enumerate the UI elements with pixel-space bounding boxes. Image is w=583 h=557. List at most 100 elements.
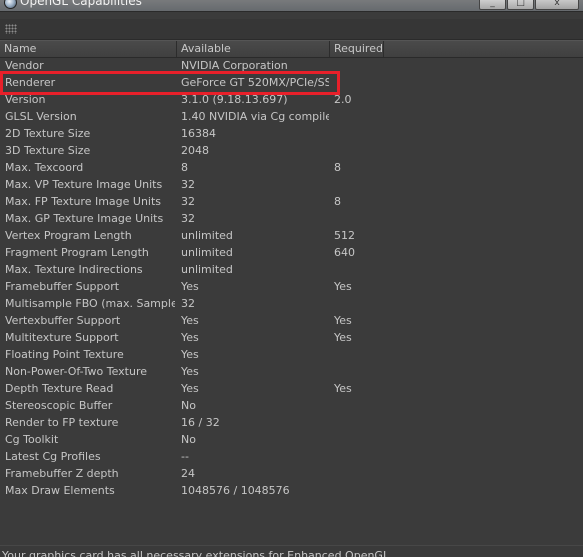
table-row[interactable]: Cg Toolkit No — [0, 431, 583, 448]
cell-name: Max. FP Texture Image Units — [5, 195, 162, 208]
cell-name: Latest Cg Profiles — [5, 450, 101, 463]
cell-available: unlimited — [181, 229, 233, 242]
cell-available: GeForce GT 520MX/PCIe/SSE2 — [181, 76, 329, 89]
cell-available: 1048576 / 1048576 — [181, 484, 290, 497]
cell-name: Render to FP texture — [5, 416, 119, 429]
cell-available: Yes — [181, 314, 199, 327]
table-row[interactable]: Latest Cg Profiles -- — [0, 448, 583, 465]
cell-available: 3.1.0 (9.18.13.697) — [181, 93, 288, 106]
cell-available: Yes — [181, 382, 199, 395]
column-header-name[interactable]: Name — [0, 41, 177, 57]
cell-available: 8 — [181, 161, 188, 174]
cell-name: Max Draw Elements — [5, 484, 115, 497]
cell-available: 32 — [181, 297, 195, 310]
cell-required: Yes — [334, 280, 352, 293]
table-row[interactable]: Framebuffer Support Yes Yes — [0, 278, 583, 295]
title-bar[interactable]: OpenGL Capabilities _ □ x — [0, 0, 583, 12]
table-row[interactable]: Max. VP Texture Image Units 32 — [0, 176, 583, 193]
app-icon — [4, 0, 17, 9]
capabilities-table: Vendor NVIDIA Corporation Renderer GeForce … — [0, 57, 583, 499]
cell-name: Depth Texture Read — [5, 382, 114, 395]
table-row[interactable]: Depth Texture Read Yes Yes — [0, 380, 583, 397]
table-header: Name Available Required — [0, 40, 583, 58]
cell-name: Fragment Program Length — [5, 246, 149, 259]
cell-name: Floating Point Texture — [5, 348, 124, 361]
grip-handle-icon[interactable] — [5, 24, 17, 34]
cell-name: Framebuffer Support — [5, 280, 120, 293]
cell-required: 8 — [334, 161, 341, 174]
table-row[interactable]: Max. FP Texture Image Units 32 8 — [0, 193, 583, 210]
toolbar — [0, 19, 583, 40]
cell-name: Max. GP Texture Image Units — [5, 212, 164, 225]
cell-available: Yes — [181, 280, 199, 293]
cell-name: Max. Texture Indirections — [5, 263, 143, 276]
cell-available: unlimited — [181, 246, 233, 259]
window-title: OpenGL Capabilities — [20, 0, 142, 8]
table-row[interactable]: Max. Texcoord 8 8 — [0, 159, 583, 176]
cell-available: Yes — [181, 365, 199, 378]
cell-name: Renderer — [5, 76, 56, 89]
maximize-icon: □ — [516, 0, 525, 8]
table-row[interactable]: Render to FP texture 16 / 32 — [0, 414, 583, 431]
close-button[interactable]: x — [535, 0, 579, 10]
table-row[interactable]: 2D Texture Size 16384 — [0, 125, 583, 142]
cell-name: Non-Power-Of-Two Texture — [5, 365, 148, 378]
cell-name: Multitexture Support — [5, 331, 119, 344]
table-row[interactable]: Max. Texture Indirections unlimited — [0, 261, 583, 278]
cell-name: 2D Texture Size — [5, 127, 91, 140]
close-icon: x — [554, 0, 560, 8]
table-row[interactable]: Max. GP Texture Image Units 32 — [0, 210, 583, 227]
cell-name: 3D Texture Size — [5, 144, 91, 157]
cell-available: 16384 — [181, 127, 216, 140]
cell-available: 24 — [181, 467, 195, 480]
cell-required: 640 — [334, 246, 355, 259]
table-row[interactable]: Vendor NVIDIA Corporation — [0, 57, 583, 74]
cell-name: Vertexbuffer Support — [5, 314, 121, 327]
table-row[interactable]: GLSL Version 1.40 NVIDIA via Cg compiler — [0, 108, 583, 125]
cell-name: Framebuffer Z depth — [5, 467, 119, 480]
table-row[interactable]: Stereoscopic Buffer No — [0, 397, 583, 414]
table-row[interactable]: Non-Power-Of-Two Texture Yes — [0, 363, 583, 380]
cell-name: Vendor — [5, 59, 44, 72]
table-row[interactable]: 3D Texture Size 2048 — [0, 142, 583, 159]
cell-available: 16 / 32 — [181, 416, 220, 429]
cell-available: 32 — [181, 178, 195, 191]
cell-available: No — [181, 433, 196, 446]
maximize-button[interactable]: □ — [507, 0, 534, 10]
table-row[interactable]: Vertex Program Length unlimited 512 — [0, 227, 583, 244]
cell-name: Max. VP Texture Image Units — [5, 178, 163, 191]
cell-available: unlimited — [181, 263, 233, 276]
minimize-button[interactable]: _ — [479, 0, 506, 10]
table-row[interactable]: Version 3.1.0 (9.18.13.697) 2.0 — [0, 91, 583, 108]
table-row[interactable]: Renderer GeForce GT 520MX/PCIe/SSE2 — [0, 74, 583, 91]
cell-name: Cg Toolkit — [5, 433, 59, 446]
table-row[interactable]: Vertexbuffer Support Yes Yes — [0, 312, 583, 329]
table-row[interactable]: Max Draw Elements 1048576 / 1048576 — [0, 482, 583, 499]
cell-required: Yes — [334, 314, 352, 327]
cell-available: -- — [181, 450, 189, 463]
minimize-icon: _ — [490, 0, 495, 8]
opengl-capabilities-window: OpenGL Capabilities _ □ x Name Available… — [0, 0, 583, 557]
table-row[interactable]: Multitexture Support Yes Yes — [0, 329, 583, 346]
cell-name: GLSL Version — [5, 110, 77, 123]
cell-available: 32 — [181, 212, 195, 225]
table-row[interactable]: Fragment Program Length unlimited 640 — [0, 244, 583, 261]
cell-required: Yes — [334, 382, 352, 395]
cell-name: Version — [5, 93, 46, 106]
table-row[interactable]: Floating Point Texture Yes — [0, 346, 583, 363]
column-header-available[interactable]: Available — [177, 41, 330, 57]
cell-available: NVIDIA Corporation — [181, 59, 288, 72]
cell-available: 1.40 NVIDIA via Cg compiler — [181, 110, 329, 123]
cell-required: Yes — [334, 331, 352, 344]
cell-available: 2048 — [181, 144, 209, 157]
cell-required: 512 — [334, 229, 355, 242]
cell-name: Vertex Program Length — [5, 229, 132, 242]
cell-name: Stereoscopic Buffer — [5, 399, 113, 412]
cell-required: 2.0 — [334, 93, 352, 106]
cell-available: Yes — [181, 331, 199, 344]
cell-available: 32 — [181, 195, 195, 208]
cell-required: 8 — [334, 195, 341, 208]
column-header-required[interactable]: Required — [330, 41, 384, 57]
table-row[interactable]: Multisample FBO (max. Samples) 32 — [0, 295, 583, 312]
table-row[interactable]: Framebuffer Z depth 24 — [0, 465, 583, 482]
